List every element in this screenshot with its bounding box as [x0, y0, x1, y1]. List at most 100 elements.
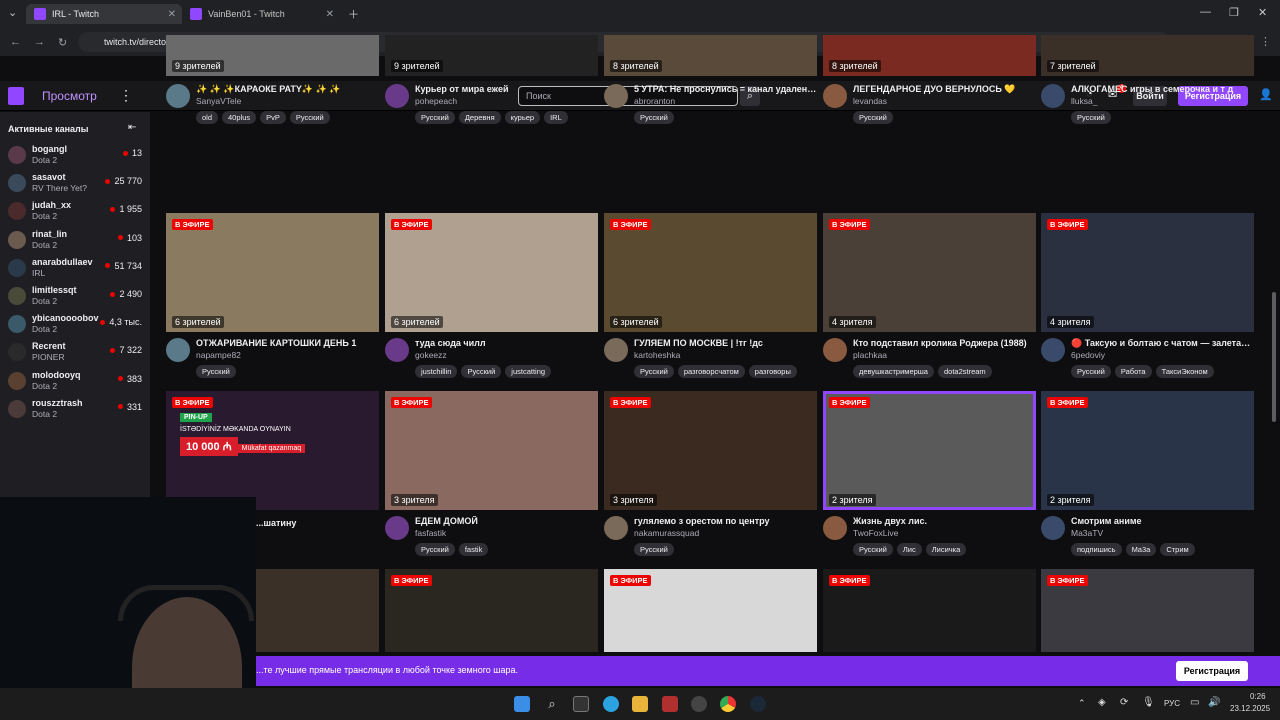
- tag[interactable]: Русский: [853, 111, 893, 124]
- tag[interactable]: подпишись: [1071, 543, 1122, 556]
- stream-card[interactable]: В ЭФИРЕ 2 зрителя Смотрим аниме Ma3aTV подпи…: [1041, 391, 1254, 556]
- file-explorer-icon[interactable]: [632, 696, 648, 712]
- stream-thumbnail[interactable]: 7 зрителей: [1041, 35, 1254, 76]
- tab-irl[interactable]: IRL - Twitch ✕: [26, 4, 182, 24]
- channel-avatar[interactable]: [604, 338, 628, 362]
- channel-avatar[interactable]: [385, 84, 409, 108]
- channel-name[interactable]: nakamurassquad: [634, 528, 699, 538]
- forward-icon[interactable]: →: [34, 36, 45, 48]
- tray-app-icon[interactable]: ◈: [1098, 697, 1106, 708]
- stream-card[interactable]: 8 зрителей ЛЕГЕНДАРНОЕ ДУО ВЕРНУЛОСЬ 💛 lev…: [823, 35, 1036, 124]
- channel-name[interactable]: fasfastik: [415, 528, 446, 538]
- sidebar-channel[interactable]: molodooyq Dota 2 383: [8, 368, 146, 396]
- stream-thumbnail[interactable]: 8 зрителей: [823, 35, 1036, 76]
- new-tab-icon[interactable]: ＋: [348, 6, 359, 22]
- stream-title[interactable]: Кто подставил кролика Роджера (1988): [853, 338, 1036, 348]
- tray-sync-icon[interactable]: ⟳: [1120, 697, 1128, 708]
- stream-title[interactable]: туда сюда чилл: [415, 338, 598, 348]
- channel-avatar[interactable]: [823, 338, 847, 362]
- stream-thumbnail[interactable]: В ЭФИРЕ: [385, 569, 598, 652]
- stream-card[interactable]: 9 зрителей ✨ ✨ ✨КАРАОКЕ PATY✨ ✨ ✨ SanyaVTe…: [166, 35, 379, 124]
- channel-name[interactable]: TwoFoxLive: [853, 528, 898, 538]
- shield-app-icon[interactable]: [662, 696, 678, 712]
- tag[interactable]: IRL: [544, 111, 568, 124]
- stream-thumbnail[interactable]: В ЭФИРЕ: [823, 569, 1036, 652]
- sidebar-channel[interactable]: limitlessqt Dota 2 2 490: [8, 283, 146, 311]
- channel-name[interactable]: gokeezz: [415, 350, 447, 360]
- stream-card[interactable]: В ЭФИРЕ 6 зрителей ГУЛЯЕМ ПО МОСКВЕ | !тг …: [604, 213, 817, 378]
- channel-avatar[interactable]: [604, 84, 628, 108]
- sidebar-channel[interactable]: bogangl Dota 2 13: [8, 142, 146, 170]
- stream-thumbnail[interactable]: В ЭФИРЕ 6 зрителей: [604, 213, 817, 332]
- stream-title[interactable]: ГУЛЯЕМ ПО МОСКВЕ | !тг !дс: [634, 338, 817, 348]
- tag[interactable]: Работа: [1114, 365, 1152, 378]
- user-menu-icon[interactable]: 👤: [1259, 88, 1273, 101]
- tag[interactable]: old: [196, 111, 219, 124]
- reload-icon[interactable]: ↻: [58, 36, 67, 49]
- sidebar-channel[interactable]: judah_xx Dota 2 1 955: [8, 198, 146, 226]
- tag[interactable]: Русский: [289, 111, 330, 124]
- stream-card[interactable]: В ЭФИРЕ 6 зрителей ОТЖАРИВАНИЕ КАРТОШКИ ДЕ…: [166, 213, 379, 378]
- stream-thumbnail[interactable]: 9 зрителей: [166, 35, 379, 76]
- back-icon[interactable]: ←: [10, 36, 21, 48]
- tag[interactable]: dota2stream: [937, 365, 992, 378]
- tag[interactable]: Русский: [853, 543, 893, 556]
- minimize-icon[interactable]: —: [1200, 6, 1211, 18]
- stream-card[interactable]: 7 зрителей АЛКОГАМЕС игры в семерочка и т…: [1041, 35, 1254, 124]
- tag[interactable]: Деревня: [458, 111, 501, 124]
- sidebar-channel[interactable]: rinat_lin Dota 2 103: [8, 227, 146, 255]
- tag[interactable]: разговорсчатом: [677, 365, 745, 378]
- stream-thumbnail[interactable]: В ЭФИРЕ 4 зрителя: [1041, 213, 1254, 332]
- tag[interactable]: девушкастримерша: [853, 365, 934, 378]
- channel-avatar[interactable]: [385, 516, 409, 540]
- language-indicator[interactable]: РУС: [1164, 699, 1180, 708]
- tag[interactable]: Русский: [415, 543, 455, 556]
- network-icon[interactable]: ▭: [1190, 697, 1199, 708]
- tag[interactable]: разговоры: [748, 365, 797, 378]
- stream-title[interactable]: ОТЖАРИВАНИЕ КАРТОШКИ ДЕНЬ 1: [196, 338, 379, 348]
- channel-name[interactable]: Ma3aTV: [1071, 528, 1103, 538]
- maximize-icon[interactable]: ❐: [1229, 6, 1239, 19]
- channel-avatar[interactable]: [823, 84, 847, 108]
- stream-thumbnail[interactable]: В ЭФИРЕ 2 зрителя: [823, 391, 1036, 510]
- channel-name[interactable]: lluksa_: [1071, 96, 1097, 106]
- scrollbar-thumb[interactable]: [1272, 292, 1276, 422]
- stream-card[interactable]: В ЭФИРЕ 2 зрителя Жизнь двух лис. TwoFoxLiv…: [823, 391, 1036, 556]
- tray-chevron-icon[interactable]: ⌃: [1078, 698, 1086, 709]
- stream-thumbnail[interactable]: 9 зрителей: [385, 35, 598, 76]
- task-view-icon[interactable]: [573, 696, 589, 712]
- menu-icon[interactable]: ⋮: [1260, 35, 1271, 48]
- channel-name[interactable]: pohepeach: [415, 96, 457, 106]
- stream-card[interactable]: В ЭФИРЕ: [385, 569, 598, 652]
- close-tab-icon[interactable]: ✕: [326, 9, 334, 20]
- tag[interactable]: Русский: [461, 365, 502, 378]
- volume-icon[interactable]: 🔊: [1208, 697, 1220, 708]
- tag[interactable]: Лис: [896, 543, 922, 556]
- channel-name[interactable]: plachkaa: [853, 350, 887, 360]
- app-icon[interactable]: [691, 696, 707, 712]
- channel-avatar[interactable]: [604, 516, 628, 540]
- chrome-icon[interactable]: [720, 696, 736, 712]
- stream-title[interactable]: Курьер от мира ежей: [415, 84, 598, 94]
- channel-avatar[interactable]: [166, 338, 190, 362]
- stream-title[interactable]: 5 УТРА: Не проснулись = канал удален. ..…: [634, 84, 817, 94]
- channel-avatar[interactable]: [1041, 338, 1065, 362]
- tab-vainben[interactable]: VainBen01 - Twitch ✕: [190, 4, 340, 24]
- channel-name[interactable]: SanyaVTele: [196, 96, 241, 106]
- microphone-icon[interactable]: 🎙: [1142, 697, 1155, 708]
- stream-thumbnail[interactable]: В ЭФИРЕ 4 зрителя: [823, 213, 1036, 332]
- channel-name[interactable]: levandas: [853, 96, 887, 106]
- channel-avatar[interactable]: [1041, 84, 1065, 108]
- windows-start-icon[interactable]: [514, 696, 530, 712]
- tag[interactable]: Русский: [415, 111, 455, 124]
- tag[interactable]: fastik: [458, 543, 489, 556]
- stream-thumbnail[interactable]: В ЭФИРЕ 2 зрителя: [1041, 391, 1254, 510]
- stream-thumbnail[interactable]: В ЭФИРЕ: [604, 569, 817, 652]
- stream-thumbnail[interactable]: В ЭФИРЕ: [1041, 569, 1254, 652]
- sidebar-channel[interactable]: ybicanoooobov Dota 2 4,3 тыс.: [8, 311, 146, 339]
- stream-thumbnail[interactable]: В ЭФИРЕ 6 зрителей: [385, 213, 598, 332]
- browse-link[interactable]: Просмотр: [42, 89, 97, 103]
- stream-title[interactable]: Жизнь двух лис.: [853, 516, 1036, 526]
- stream-title[interactable]: 🔴 Таксую и болтаю с чатом — залетай...: [1071, 338, 1254, 349]
- telegram-icon[interactable]: [603, 696, 619, 712]
